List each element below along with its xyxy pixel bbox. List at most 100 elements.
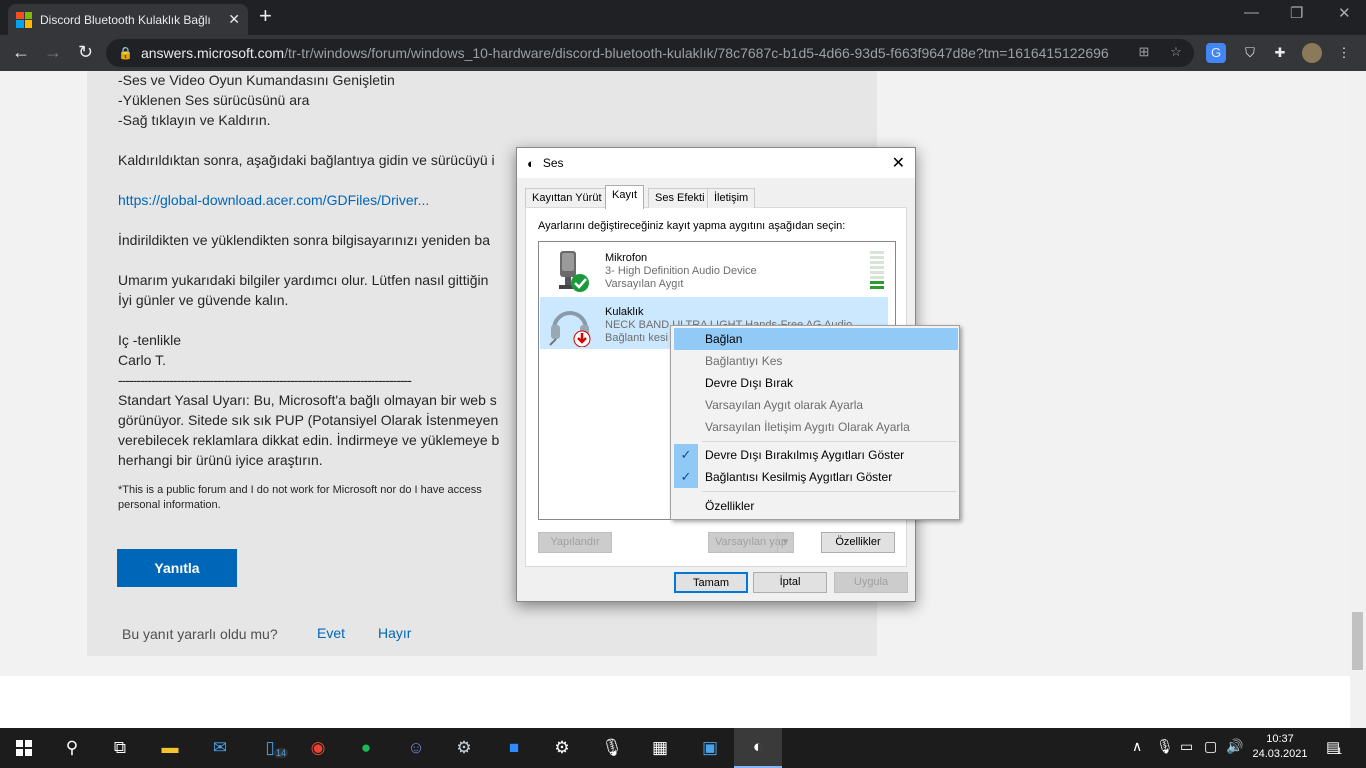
properties-button[interactable]: Özellikler	[821, 532, 895, 553]
menu-item-connect[interactable]: Bağlan	[674, 328, 958, 350]
menu-item-disable[interactable]: Devre Dışı Bırak	[674, 372, 958, 394]
chrome-icon[interactable]: ◉	[294, 728, 342, 768]
ok-button[interactable]: Tamam	[674, 572, 748, 593]
device-microphone[interactable]: Mikrofon 3- High Definition Audio Device…	[540, 243, 888, 295]
dialog-title: Ses	[542, 156, 564, 170]
steam-icon[interactable]: ⚙	[440, 728, 488, 768]
forward-icon[interactable]: →	[44, 42, 62, 63]
post-line: verebilecek reklamlara dikkat edin. İndi…	[118, 432, 500, 448]
apply-button[interactable]: Uygula	[834, 572, 908, 593]
microphone-tray-icon[interactable]: 🎙	[1156, 738, 1174, 755]
menu-item-show-disconnected[interactable]: ✓ Bağlantısı Kesilmiş Aygıtları Göster	[674, 466, 958, 488]
clock-date: 24.03.2021	[1252, 748, 1308, 760]
menu-item-show-disabled[interactable]: ✓ Devre Dışı Bırakılmış Aygıtları Göster	[674, 444, 958, 466]
clock[interactable]: 10:37 24.03.2021	[1252, 732, 1308, 762]
shield-icon[interactable]: ⛉	[1240, 43, 1260, 63]
post-line: İyi günler ve güvende kalın.	[118, 292, 289, 308]
menu-item-label: Bağlantısı Kesilmiş Aygıtları Göster	[705, 470, 893, 484]
menu-item-set-default-comm[interactable]: Varsayılan İletişim Aygıtı Olarak Ayarla	[674, 416, 958, 438]
minimize-icon[interactable]: —	[1244, 4, 1259, 21]
configure-button[interactable]: Yapılandır	[538, 532, 612, 553]
mail-icon[interactable]: ✉	[196, 728, 244, 768]
device-status: Bağlantı kesi	[605, 332, 668, 344]
reload-icon[interactable]: ↻	[78, 42, 93, 63]
menu-separator	[702, 441, 956, 442]
network-icon[interactable]: ▢	[1204, 738, 1217, 755]
tab-playback[interactable]: Kayıttan Yürüt	[525, 188, 609, 208]
checkmark-icon: ✓	[674, 466, 698, 488]
extensions-puzzle-icon[interactable]: ✚	[1270, 43, 1290, 63]
google-translate-icon[interactable]: G	[1206, 43, 1226, 63]
control-panel-icon[interactable]: ▣	[686, 728, 734, 768]
helpful-question: Bu yanıt yararlı oldu mu?	[122, 626, 278, 642]
menu-item-set-default[interactable]: Varsayılan Aygıt olarak Ayarla	[674, 394, 958, 416]
browser-tab[interactable]: Discord Bluetooth Kulaklık Bağlı ✕	[8, 4, 248, 35]
bookmark-star-icon[interactable]: ☆	[1166, 42, 1186, 62]
settings-gear-icon[interactable]: ⚙	[538, 728, 586, 768]
close-tab-icon[interactable]: ✕	[228, 11, 240, 28]
address-bar[interactable]: 🔒 answers.microsoft.com /tr-tr/windows/f…	[106, 39, 1194, 67]
taskbar: ⚲ ⧉ ▬ ✉ ▯ 14 ◉ ● ☺ ⚙ ■ ⚙ 🎙 ▦ ▣ ◐ ∧ 🎙 ▭ ▢ …	[0, 728, 1366, 768]
discord-icon[interactable]: ☺	[392, 728, 440, 768]
start-windows-icon[interactable]	[0, 728, 48, 768]
post-line: Carlo T.	[118, 352, 166, 368]
disclaimer-line: personal information.	[118, 499, 221, 511]
dialog-instruction: Ayarlarını değiştireceğiniz kayıt yapma …	[538, 220, 846, 232]
task-view-icon[interactable]: ⧉	[96, 728, 144, 768]
clock-time: 10:37	[1266, 733, 1294, 745]
microsoft-logo-icon	[16, 11, 32, 28]
post-line: Iç -tenlikle	[118, 332, 182, 348]
url-host: answers.microsoft.com	[140, 45, 285, 61]
menu-separator	[702, 491, 956, 492]
browser-toolbar: ← → ↻ 🔒 answers.microsoft.com /tr-tr/win…	[0, 35, 1366, 71]
context-menu: Bağlan Bağlantıyı Kes Devre Dışı Bırak V…	[670, 325, 960, 520]
zoom-icon[interactable]: ■	[490, 728, 538, 768]
scrollbar-thumb[interactable]	[1352, 612, 1363, 670]
post-line: Standart Yasal Uyarı: Bu, Microsoft'a ba…	[118, 392, 497, 408]
battery-icon[interactable]: ▭	[1180, 738, 1193, 755]
reply-button[interactable]: Yanıtla	[117, 549, 237, 587]
window-close-icon[interactable]: ✕	[1338, 4, 1351, 22]
checkmark-icon: ✓	[674, 444, 698, 466]
set-default-button[interactable]: Varsayılan yap ▾	[708, 532, 794, 553]
menu-item-properties[interactable]: Özellikler	[674, 495, 958, 517]
restore-icon[interactable]: ❐	[1290, 4, 1303, 22]
driver-link[interactable]: https://global-download.acer.com/GDFiles…	[118, 192, 429, 208]
cancel-button[interactable]: İptal	[753, 572, 827, 593]
file-explorer-icon[interactable]: ▬	[146, 728, 194, 768]
post-line: Kaldırıldıktan sonra, aşağıdaki bağlantı…	[118, 152, 495, 168]
tab-title: Discord Bluetooth Kulaklık Bağlı	[40, 12, 211, 27]
lock-icon: 🔒	[118, 46, 133, 60]
volume-icon[interactable]: 🔊	[1226, 738, 1243, 755]
sound-app-icon[interactable]: ◐	[734, 728, 782, 768]
profile-avatar[interactable]	[1302, 43, 1322, 63]
spotify-icon[interactable]: ●	[342, 728, 390, 768]
no-link[interactable]: Hayır	[378, 625, 411, 641]
post-line: İndirildikten ve yüklendikten sonra bilg…	[118, 232, 490, 248]
microphone-taskbar-icon[interactable]: 🎙	[588, 728, 636, 768]
back-icon[interactable]: ←	[12, 42, 30, 63]
tab-sound-effects[interactable]: Ses Efekti	[648, 188, 712, 208]
search-icon[interactable]: ⚲	[48, 728, 96, 768]
menu-icon[interactable]: ⋮	[1334, 43, 1354, 63]
yes-link[interactable]: Evet	[317, 625, 345, 641]
headset-icon	[549, 311, 591, 347]
post-line: -Sağ tıklayın ve Kaldırın.	[118, 112, 271, 128]
dialog-titlebar: ◐ Ses ✕	[517, 148, 915, 178]
chevron-up-icon[interactable]: ∧	[1132, 738, 1142, 755]
translate-icon[interactable]: ⊞	[1134, 42, 1154, 62]
new-tab-icon[interactable]: +	[259, 5, 272, 27]
badge-count: 14	[274, 748, 289, 758]
menu-item-disconnect[interactable]: Bağlantıyı Kes	[674, 350, 958, 372]
url-path: /tr-tr/windows/forum/windows_10-hardware…	[284, 45, 1109, 61]
device-desc: 3- High Definition Audio Device	[605, 265, 757, 277]
dialog-close-icon[interactable]: ✕	[892, 153, 905, 173]
chevron-down-icon[interactable]: ▾	[777, 533, 793, 552]
tab-communications[interactable]: İletişim	[707, 188, 756, 208]
tab-recording[interactable]: Kayıt	[605, 185, 645, 209]
post-line: Umarım yukarıdaki bilgiler yardımcı olur…	[118, 272, 489, 288]
level-meter	[870, 251, 884, 293]
device-manager-icon[interactable]: ▦	[636, 728, 684, 768]
phone-app-icon[interactable]: ▯ 14	[246, 728, 294, 768]
device-status: Varsayılan Aygıt	[605, 278, 684, 290]
